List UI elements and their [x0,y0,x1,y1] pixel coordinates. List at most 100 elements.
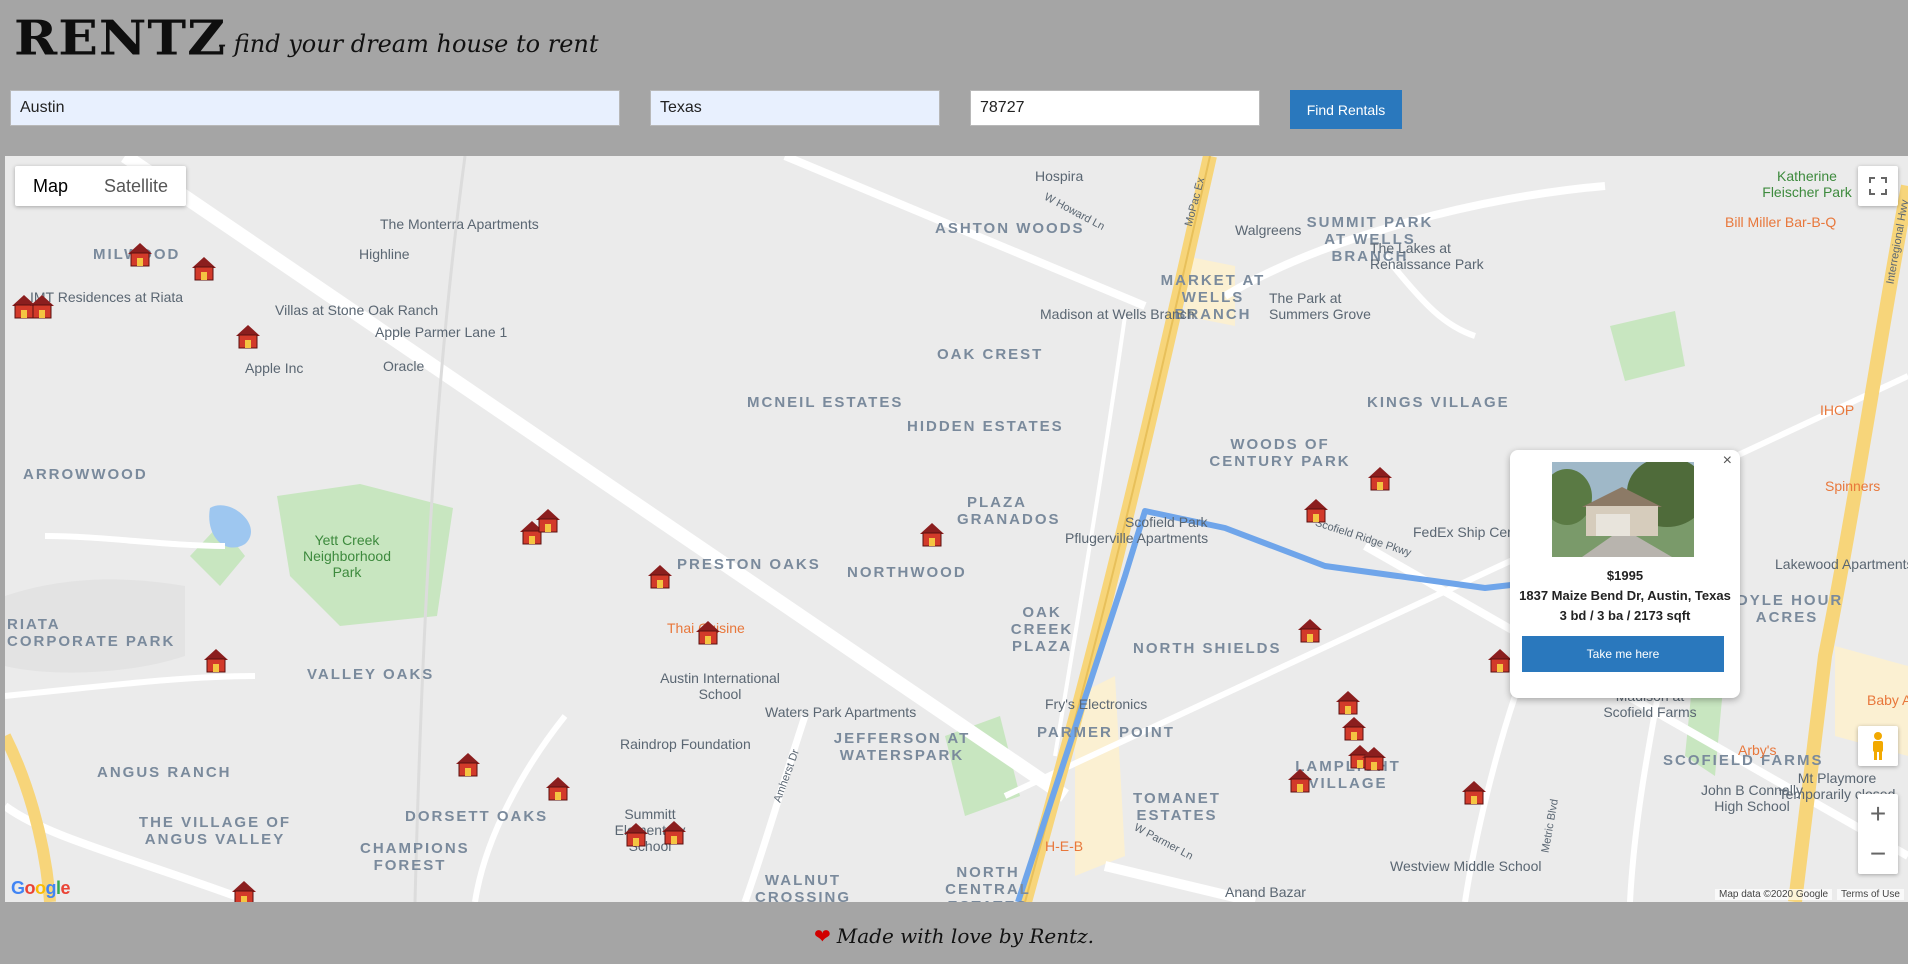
area-label: VALLEY OAKS [307,666,435,683]
park-label[interactable]: Yett Creek Neighborhood Park [303,532,391,580]
rental-house-marker[interactable] [1361,746,1387,772]
place-label[interactable]: Scofield Park [1125,514,1207,530]
take-me-here-button[interactable]: Take me here [1522,636,1724,672]
close-icon[interactable]: × [1723,452,1732,470]
area-label: ANGUS RANCH [97,764,232,781]
place-label[interactable]: The Park at Summers Grove [1269,290,1379,322]
rental-house-marker[interactable] [1367,466,1393,492]
street-view-pegman[interactable] [1858,726,1898,766]
area-label: NORTHWOOD [847,564,967,581]
tagline: - find your dream house to rent [218,30,599,58]
area-label: CHAMPIONS FOREST [360,840,470,874]
place-label[interactable]: H-E-B [1045,838,1083,854]
place-label[interactable]: Baby Ac [1867,692,1908,708]
rental-house-marker[interactable] [545,776,571,802]
park-label[interactable]: Katherine Fleischer Park [1747,168,1867,200]
area-label: ASHTON WOODS [935,220,1085,237]
map-attribution: Map data ©2020 Google [1715,889,1833,900]
area-label: ARROWWOOD [23,466,148,483]
rental-house-marker[interactable] [661,820,687,846]
area-label: OAK CREST [937,346,1044,363]
place-label[interactable]: Austin International School [660,670,780,702]
area-label: NORTH CENTRAL ESTATES [945,864,1031,902]
footer-text: Made with love by Rentz. [836,924,1095,948]
fullscreen-icon [1869,177,1887,195]
area-label: JEFFERSON AT WATERSPARK [833,730,971,764]
logo: RENTZ [14,10,227,67]
place-label[interactable]: IHOP [1820,402,1854,418]
rental-house-marker[interactable] [455,752,481,778]
zoom-out-button[interactable]: − [1858,834,1898,874]
footer: ❤ Made with love by Rentz. [0,924,1908,948]
area-label: PRESTON OAKS [677,556,821,573]
place-label[interactable]: Raindrop Foundation [620,736,751,752]
google-logo: Google [11,878,71,898]
rental-house-marker[interactable] [695,620,721,646]
rental-house-marker[interactable] [1341,716,1367,742]
map-type-satellite[interactable]: Satellite [86,166,186,206]
rental-address: 1837 Maize Bend Dr, Austin, Texas [1519,588,1731,603]
zoom-in-button[interactable]: + [1858,794,1898,834]
place-label[interactable]: Westview Middle School [1390,858,1541,874]
rental-house-marker[interactable] [231,880,257,902]
terms-link[interactable]: Terms of Use [1837,889,1904,900]
place-label[interactable]: Apple Parmer Lane 1 [375,324,507,340]
place-label[interactable]: Spinners [1825,478,1880,494]
rental-house-marker[interactable] [127,242,153,268]
zip-input[interactable] [970,90,1260,126]
rental-house-marker[interactable] [1287,768,1313,794]
area-label: THE VILLAGE OF ANGUS VALLEY [138,814,292,848]
rental-house-marker[interactable] [191,256,217,282]
area-label: WALNUT CROSSING [754,872,851,902]
place-label[interactable]: Hospira [1035,168,1083,184]
rental-house-marker[interactable] [919,522,945,548]
place-label[interactable]: Pflugerville Apartments [1065,530,1208,546]
area-label: RIATA CORPORATE PARK [7,616,176,650]
state-input[interactable] [650,90,940,126]
rental-house-marker[interactable] [623,822,649,848]
map-type-control[interactable]: Map Satellite [15,166,187,206]
place-label[interactable]: Anand Bazar [1225,884,1306,900]
find-rentals-button[interactable]: Find Rentals [1290,90,1402,129]
rental-specs: 3 bd / 3 ba / 2173 sqft [1559,608,1691,623]
area-label: MCNEIL ESTATES [747,394,904,411]
city-input[interactable] [10,90,620,126]
rental-price: $1995 [1606,568,1644,583]
place-label[interactable]: Arby's [1738,742,1776,758]
area-label: WOODS OF CENTURY PARK [1209,436,1351,470]
rental-info-window: × $1995 1837 Maize Bend Dr, Austin, Texa… [1510,450,1740,698]
rental-house-marker[interactable] [535,508,561,534]
place-label[interactable]: Fry's Electronics [1045,696,1147,712]
place-label[interactable]: Bill Miller Bar-B-Q [1725,214,1836,230]
place-label[interactable]: Madison at Wells Branch [1040,306,1195,322]
pegman-icon [1873,732,1883,760]
area-label: PLAZA GRANADOS [957,494,1061,528]
place-label[interactable]: The Lakes at Renaissance Park [1370,240,1490,272]
area-label: NORTH SHIELDS [1133,640,1282,657]
area-label: PARMER POINT [1037,724,1175,741]
rental-house-marker[interactable] [1303,498,1329,524]
place-label[interactable]: Villas at Stone Oak Ranch [275,302,438,318]
rental-house-marker[interactable] [29,294,55,320]
map-type-map[interactable]: Map [15,166,86,206]
map[interactable]: MILWOOD ASHTON WOODS SUMMIT PARK AT WELL… [5,156,1908,902]
rental-house-marker[interactable] [647,564,673,590]
place-label[interactable]: The Monterra Apartments [380,216,539,232]
area-label: TOMANET ESTATES [1133,790,1221,824]
area-label: HIDDEN ESTATES [907,418,1064,435]
place-label[interactable]: Waters Park Apartments [765,704,916,720]
zoom-control[interactable]: + − [1858,794,1898,874]
area-label: OAK CREEK PLAZA [1010,604,1074,655]
rental-house-marker[interactable] [203,648,229,674]
rental-house-marker[interactable] [1335,690,1361,716]
place-label[interactable]: Highline [359,246,410,262]
area-label: KINGS VILLAGE [1367,394,1510,411]
place-label[interactable]: Lakewood Apartments [1775,556,1908,572]
rental-house-marker[interactable] [1297,618,1323,644]
fullscreen-button[interactable] [1858,166,1898,206]
rental-house-marker[interactable] [235,324,261,350]
place-label[interactable]: Apple Inc [245,360,303,376]
rental-house-marker[interactable] [1461,780,1487,806]
place-label[interactable]: Oracle [383,358,424,374]
place-label[interactable]: Walgreens [1235,222,1301,238]
